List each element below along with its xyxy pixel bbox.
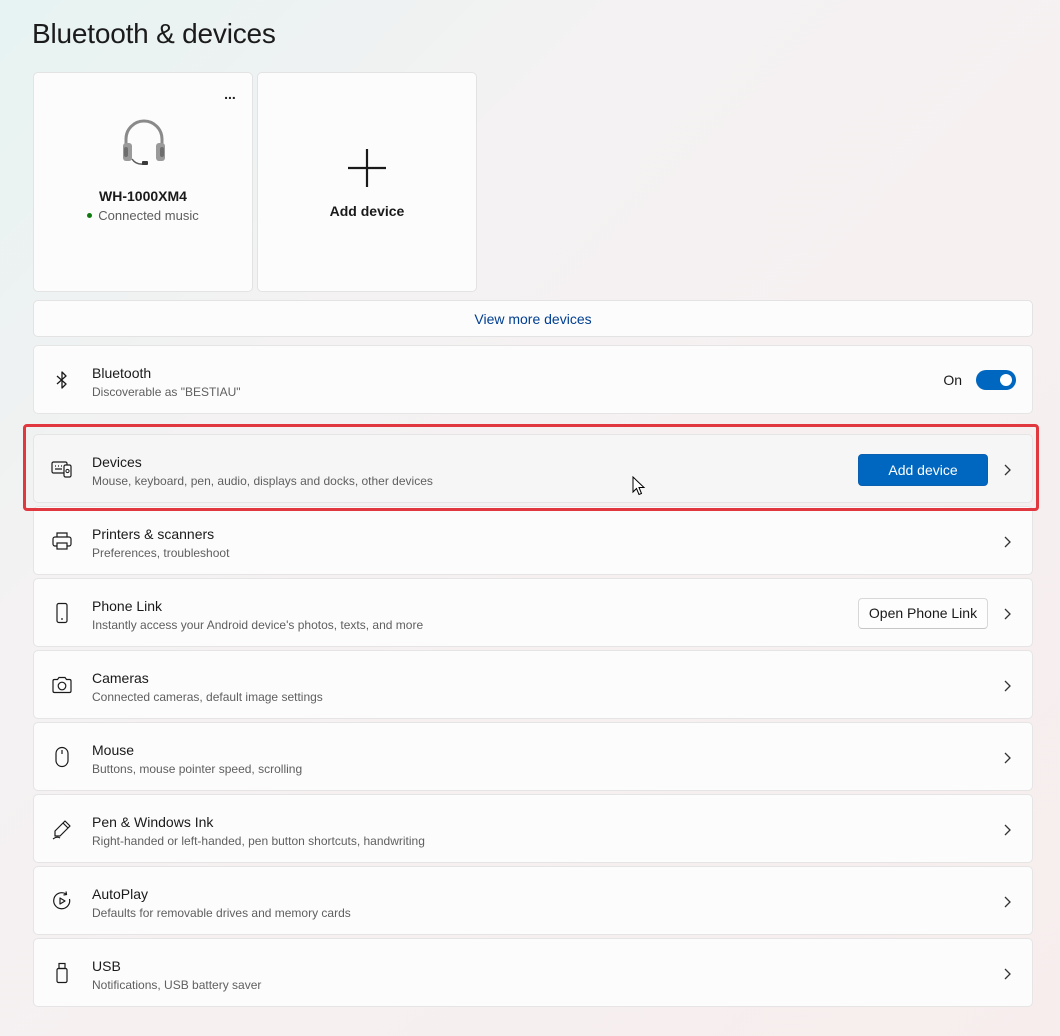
autoplay-title: AutoPlay	[92, 886, 149, 902]
device-more-button[interactable]: ...	[220, 87, 240, 107]
autoplay-icon	[51, 890, 73, 912]
pen-icon	[51, 818, 73, 840]
usb-title: USB	[92, 958, 121, 974]
phone-link-subtitle: Instantly access your Android device's p…	[92, 618, 424, 632]
cameras-subtitle: Connected cameras, default image setting…	[92, 690, 323, 704]
bluetooth-title: Bluetooth	[92, 365, 152, 381]
camera-icon	[51, 674, 73, 696]
chevron-right-icon	[1002, 751, 1012, 765]
bluetooth-subtitle: Discoverable as "BESTIAU"	[92, 385, 241, 399]
pen-title: Pen & Windows Ink	[92, 814, 214, 830]
cameras-row[interactable]: Cameras Connected cameras, default image…	[33, 650, 1033, 719]
devices-icon	[51, 458, 73, 480]
devices-row[interactable]: Devices Mouse, keyboard, pen, audio, dis…	[33, 434, 1033, 503]
bluetooth-row: Bluetooth Discoverable as "BESTIAU" On	[33, 345, 1033, 414]
bluetooth-state-label: On	[943, 372, 962, 388]
autoplay-row[interactable]: AutoPlay Defaults for removable drives a…	[33, 866, 1033, 935]
autoplay-subtitle: Defaults for removable drives and memory…	[92, 906, 351, 920]
mouse-subtitle: Buttons, mouse pointer speed, scrolling	[92, 762, 303, 776]
chevron-right-icon	[1002, 679, 1012, 693]
printers-subtitle: Preferences, troubleshoot	[92, 546, 230, 560]
bluetooth-icon	[51, 369, 73, 391]
bluetooth-toggle[interactable]	[976, 370, 1016, 390]
device-tile-headphones[interactable]: ... WH-1000XM4 Connected music	[33, 72, 253, 292]
devices-subtitle: Mouse, keyboard, pen, audio, displays an…	[92, 474, 433, 488]
headset-icon	[120, 117, 168, 167]
chevron-right-icon	[1002, 895, 1012, 909]
cameras-title: Cameras	[92, 670, 149, 686]
mouse-title: Mouse	[92, 742, 135, 758]
pen-windows-ink-row[interactable]: Pen & Windows Ink Right-handed or left-h…	[33, 794, 1033, 863]
chevron-right-icon	[1002, 967, 1012, 981]
plus-icon	[346, 147, 388, 189]
mouse-icon	[51, 746, 73, 768]
device-status: Connected music	[34, 208, 252, 223]
view-more-devices-button[interactable]: View more devices	[33, 300, 1033, 337]
phone-link-row[interactable]: Phone Link Instantly access your Android…	[33, 578, 1033, 647]
device-name: WH-1000XM4	[99, 188, 187, 204]
add-device-tile-label: Add device	[329, 203, 405, 219]
devices-title: Devices	[92, 454, 142, 470]
mouse-row[interactable]: Mouse Buttons, mouse pointer speed, scro…	[33, 722, 1033, 791]
usb-subtitle: Notifications, USB battery saver	[92, 978, 262, 992]
chevron-right-icon	[1002, 463, 1012, 477]
printers-scanners-row[interactable]: Printers & scanners Preferences, trouble…	[33, 506, 1033, 575]
usb-row[interactable]: USB Notifications, USB battery saver	[33, 938, 1033, 1007]
pen-subtitle: Right-handed or left-handed, pen button …	[92, 834, 425, 848]
connected-status-dot	[87, 213, 93, 219]
printers-title: Printers & scanners	[92, 526, 215, 542]
add-device-button[interactable]: Add device	[858, 454, 988, 486]
toggle-knob	[1000, 374, 1012, 386]
phone-link-title: Phone Link	[92, 598, 163, 614]
phone-icon	[51, 602, 73, 624]
printer-icon	[51, 530, 73, 552]
open-phone-link-button[interactable]: Open Phone Link	[858, 598, 988, 629]
chevron-right-icon	[1002, 607, 1012, 621]
usb-icon	[51, 962, 73, 984]
device-status-text: Connected music	[98, 208, 199, 223]
chevron-right-icon	[1002, 823, 1012, 837]
chevron-right-icon	[1002, 535, 1012, 549]
add-device-tile[interactable]: Add device	[257, 72, 477, 292]
page-title: Bluetooth & devices	[32, 18, 276, 49]
mouse-cursor-icon	[632, 476, 646, 498]
